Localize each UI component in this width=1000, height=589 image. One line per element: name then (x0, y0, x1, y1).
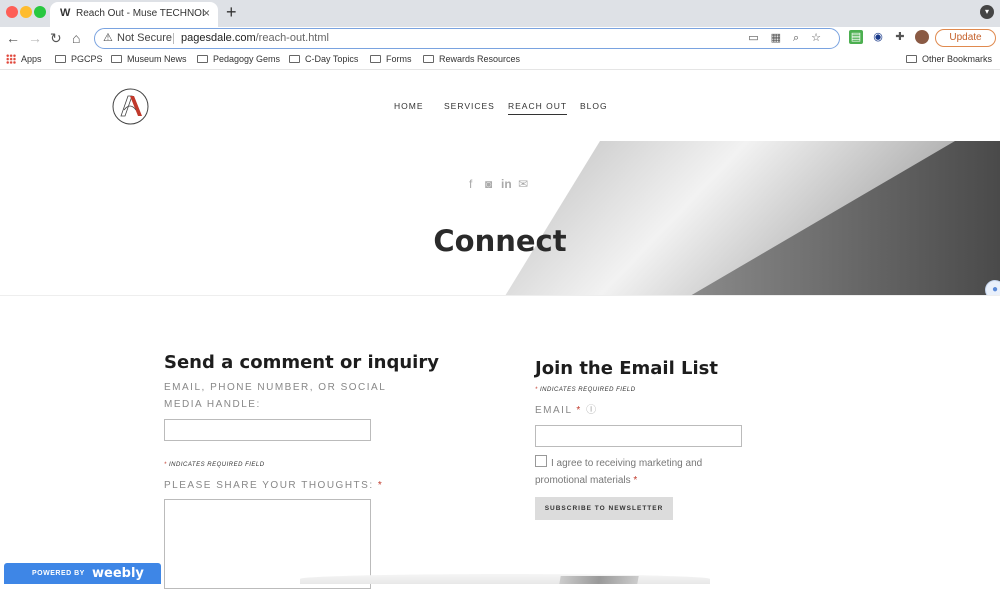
nav-blog[interactable]: BLOG (580, 101, 608, 111)
handle-field-label: EMAIL, PHONE NUMBER, OR SOCIAL MEDIA HAN… (164, 382, 387, 410)
browser-tab[interactable]: W Reach Out - Muse TECHNOLOGY × (50, 2, 218, 27)
tab-title: Reach Out - Muse TECHNOLOGY (76, 8, 204, 19)
window-minimize-button[interactable] (20, 6, 32, 18)
extensions-puzzle-icon[interactable]: ✚ (893, 30, 907, 44)
nav-reach-out[interactable]: REACH OUT (508, 101, 568, 115)
bookmark-rewards-resources[interactable]: Rewards Resources (423, 54, 520, 64)
folder-icon (906, 55, 917, 63)
window-close-button[interactable] (6, 6, 18, 18)
forward-arrow-icon[interactable]: → (28, 30, 42, 46)
bookmark-museum-news[interactable]: Museum News (111, 54, 187, 64)
bookmark-pgcps[interactable]: PGCPS (55, 54, 103, 64)
subscribe-button[interactable]: SUBSCRIBE TO NEWSLETTER (535, 497, 673, 520)
facebook-icon[interactable]: f (469, 177, 472, 191)
bookmark-apps[interactable]: Apps (6, 54, 42, 64)
weebly-badge[interactable]: POWERED BY weebly (4, 563, 161, 584)
url-text[interactable]: pagesdale.com/reach-out.html (181, 32, 329, 44)
info-icon[interactable]: ⓘ (586, 405, 598, 416)
omnibox-action-icons[interactable]: ▭▦⌕☆ (748, 31, 833, 45)
bookmark-c-day-topics[interactable]: C-Day Topics (289, 54, 358, 64)
omnibox-divider (173, 33, 174, 44)
browser-toolbar: ← → ↻ ⌂ ⚠ Not Secure pagesdale.com/reach… (0, 27, 1000, 51)
tab-close-icon[interactable]: × (203, 6, 210, 20)
page-title: Connect (433, 224, 567, 258)
microphone-icon[interactable]: ● (985, 280, 1000, 295)
extension-calendar-icon[interactable]: ▤ (849, 30, 863, 44)
home-icon[interactable]: ⌂ (72, 30, 80, 46)
newsletter-title: Join the Email List (535, 358, 718, 379)
handle-input[interactable] (164, 419, 371, 441)
email-field-label: EMAIL * ⓘ (535, 405, 598, 416)
back-arrow-icon[interactable]: ← (6, 30, 20, 46)
bottom-decor (300, 574, 710, 584)
bookmarks-bar: Apps PGCPS Museum News Pedagogy Gems C-D… (0, 51, 1000, 70)
folder-icon (197, 55, 208, 63)
window-maximize-button[interactable] (34, 6, 46, 18)
profile-avatar[interactable] (915, 30, 929, 44)
url-host: pagesdale.com (181, 32, 256, 44)
powered-by-label: POWERED BY (32, 570, 85, 577)
bookmark-forms[interactable]: Forms (370, 54, 412, 64)
bookmark-other-bookmarks[interactable]: Other Bookmarks (906, 54, 992, 64)
address-bar[interactable]: ⚠ Not Secure pagesdale.com/reach-out.htm… (94, 28, 840, 49)
site-logo[interactable] (112, 88, 149, 125)
email-input[interactable] (535, 425, 742, 447)
thoughts-field-label: PLEASE SHARE YOUR THOUGHTS: * (164, 480, 384, 491)
hero-diagonal-graphic (505, 141, 1000, 295)
hero-banner: f ◙ in ✉ Connect ● (0, 141, 1000, 296)
warning-icon[interactable]: ⚠ (103, 31, 113, 44)
update-button[interactable]: Update (935, 29, 996, 47)
reload-icon[interactable]: ↻ (50, 30, 62, 47)
linkedin-icon[interactable]: in (501, 177, 512, 191)
mail-icon[interactable]: ✉ (518, 177, 528, 191)
weebly-logo: weebly (92, 566, 144, 581)
tab-search-icon[interactable]: ▾ (980, 5, 994, 19)
contact-form-title: Send a comment or inquiry (164, 352, 439, 373)
newsletter-required-note: * INDICATES REQUIRED FIELD (535, 387, 636, 393)
nav-home[interactable]: HOME (394, 101, 424, 111)
browser-tab-bar: W Reach Out - Muse TECHNOLOGY × + ▾ (0, 0, 1000, 27)
not-secure-label[interactable]: Not Secure (117, 32, 172, 44)
instagram-icon[interactable]: ◙ (485, 177, 492, 191)
extension-circle-icon[interactable]: ◉ (871, 30, 885, 44)
bottom-image (559, 576, 639, 584)
folder-icon (111, 55, 122, 63)
folder-icon (370, 55, 381, 63)
bookmark-pedagogy-gems[interactable]: Pedagogy Gems (197, 54, 280, 64)
folder-icon (423, 55, 434, 63)
weebly-favicon-icon: W (60, 7, 71, 19)
url-path: /reach-out.html (255, 32, 329, 44)
agree-label[interactable]: I agree to receiving marketing and promo… (535, 455, 735, 489)
site-header: HOME SERVICES REACH OUT BLOG (0, 71, 1000, 141)
required-field-note: * INDICATES REQUIRED FIELD (164, 462, 265, 468)
folder-icon (55, 55, 66, 63)
folder-icon (289, 55, 300, 63)
apps-grid-icon (6, 54, 16, 64)
new-tab-button[interactable]: + (226, 2, 237, 23)
nav-services[interactable]: SERVICES (444, 101, 495, 111)
